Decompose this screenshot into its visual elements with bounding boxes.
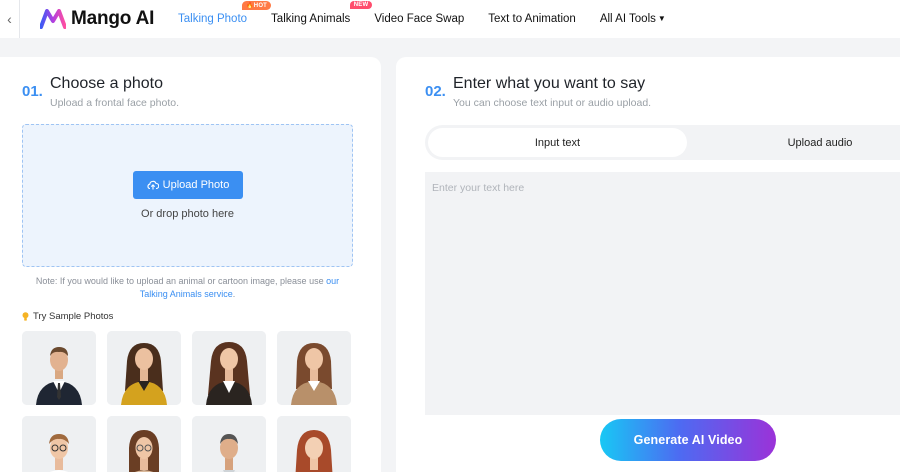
nav-text-to-animation[interactable]: Text to Animation <box>488 13 576 25</box>
cloud-upload-icon <box>147 180 159 190</box>
step-subtitle: You can choose text input or audio uploa… <box>453 97 652 109</box>
sample-photo-woman-yellow[interactable] <box>107 331 181 405</box>
nav-label: Text to Animation <box>488 13 576 25</box>
back-button[interactable]: ‹ <box>0 0 20 38</box>
photo-dropzone[interactable]: Upload Photo Or drop photo here <box>22 124 353 267</box>
new-badge: NEW <box>349 1 373 9</box>
upload-button-label: Upload Photo <box>162 179 230 191</box>
brand-name: Mango AI <box>71 8 155 29</box>
nav-label: Talking Photo <box>178 13 248 25</box>
upload-photo-button[interactable]: Upload Photo <box>133 171 243 199</box>
sample-photo-man-white-shirt[interactable] <box>192 416 266 472</box>
nav-label: Video Face Swap <box>374 13 465 25</box>
choose-photo-panel: 01. Choose a photo Upload a frontal face… <box>0 57 381 472</box>
top-navbar: ‹ Mango AI Talking Photo 🔥HOT Talking An… <box>0 0 900 38</box>
note-text: Note: If you would like to upload an ani… <box>35 276 327 286</box>
enter-text-panel: 02. Enter what you want to say You can c… <box>396 57 900 472</box>
sample-photo-woman-beige[interactable] <box>277 331 351 405</box>
tab-upload-audio[interactable]: Upload audio <box>755 128 885 157</box>
sample-photos-label: Try Sample Photos <box>22 311 113 322</box>
nav-label: Talking Animals <box>271 13 351 25</box>
input-mode-tabs: Input text Upload audio <box>425 125 900 160</box>
nav-talking-photo[interactable]: Talking Photo 🔥HOT <box>178 1 272 25</box>
nav-talking-animals[interactable]: Talking Animals NEW <box>271 1 373 25</box>
nav-video-face-swap[interactable]: Video Face Swap <box>374 13 464 25</box>
sample-photo-woman-black-blazer[interactable] <box>192 331 266 405</box>
chevron-left-icon: ‹ <box>7 11 12 27</box>
sample-photo-woman-red-hair[interactable] <box>277 416 351 472</box>
upload-note: Note: If you would like to upload an ani… <box>35 276 340 299</box>
hot-badge: 🔥HOT <box>242 1 272 10</box>
sample-photos-grid <box>22 331 353 472</box>
step-title: Enter what you want to say <box>453 75 646 92</box>
sample-photo-woman-glasses[interactable] <box>22 416 96 472</box>
main-nav: Talking Photo 🔥HOT Talking Animals NEW V… <box>178 0 690 38</box>
lightbulb-icon <box>22 312 29 321</box>
step-number: 01. <box>22 83 43 100</box>
step-subtitle: Upload a frontal face photo. <box>50 97 180 109</box>
generate-ai-video-button[interactable]: Generate AI Video <box>600 419 776 461</box>
step-title: Choose a photo <box>50 75 163 92</box>
sample-photo-man-suit[interactable] <box>22 331 96 405</box>
caret-down-icon: ▼ <box>657 14 666 24</box>
brand-logo[interactable]: Mango AI <box>40 8 154 30</box>
nav-all-ai-tools[interactable]: All AI Tools ▼ <box>600 13 666 25</box>
sample-photo-woman-glasses-2[interactable] <box>107 416 181 472</box>
tab-input-text[interactable]: Input text <box>428 128 687 157</box>
nav-label: All AI Tools <box>599 13 656 25</box>
mango-logo-icon <box>40 9 66 29</box>
drop-hint: Or drop photo here <box>141 208 234 220</box>
step-number: 02. <box>425 83 446 100</box>
script-text-input[interactable] <box>425 172 900 415</box>
